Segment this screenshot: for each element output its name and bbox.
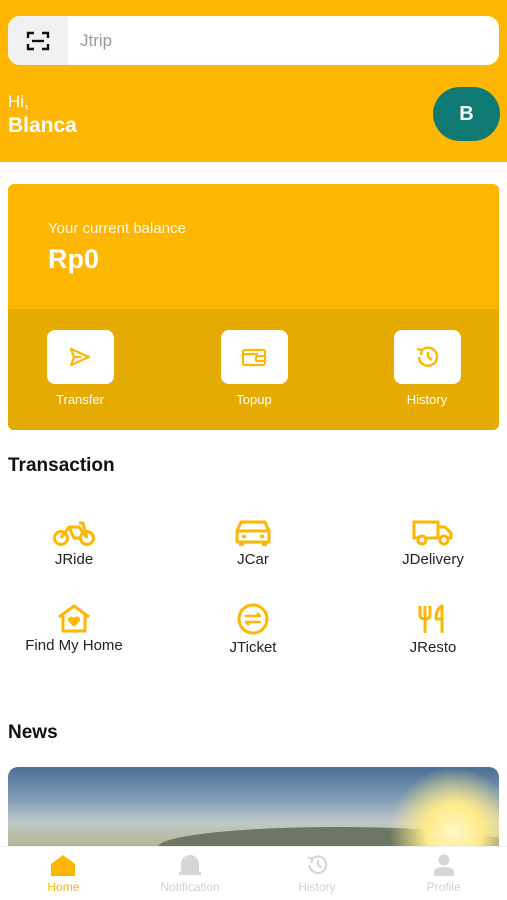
service-label: Find My Home	[25, 637, 123, 654]
transfer-button[interactable]: Transfer	[25, 330, 135, 407]
user-name: Blanca	[8, 114, 77, 137]
nav-history[interactable]: History	[254, 847, 381, 900]
service-jcar[interactable]: JCar	[183, 517, 323, 568]
nav-label: History	[298, 880, 336, 894]
ticket-exchange-icon	[237, 603, 269, 635]
history-icon	[307, 855, 328, 875]
nav-label: Home	[47, 880, 80, 894]
history-button[interactable]: History	[372, 330, 482, 407]
news-title: News	[8, 722, 58, 743]
avatar[interactable]: B	[433, 87, 500, 141]
search-bar[interactable]	[8, 16, 499, 65]
service-jresto[interactable]: JResto	[363, 603, 503, 656]
search-input[interactable]	[80, 30, 460, 51]
service-label: JCar	[237, 551, 269, 568]
transfer-icon-box[interactable]	[46, 330, 114, 384]
service-jticket[interactable]: JTicket	[183, 603, 323, 656]
bottom-nav: Home Notification History Profile	[0, 846, 507, 900]
nav-label: Notification	[160, 880, 220, 894]
history-icon	[416, 346, 439, 367]
nav-home[interactable]: Home	[0, 847, 127, 900]
service-jdelivery[interactable]: JDelivery	[363, 517, 503, 568]
bell-icon	[179, 855, 202, 875]
service-label: JResto	[409, 639, 457, 656]
service-label: JDelivery	[402, 551, 464, 568]
nav-profile[interactable]: Profile	[380, 847, 507, 900]
car-icon	[235, 520, 271, 546]
service-jride[interactable]: JRide	[4, 517, 144, 568]
topup-label: Topup	[236, 392, 272, 407]
motorbike-icon	[53, 521, 95, 546]
transfer-label: Transfer	[56, 392, 104, 407]
nav-label: Profile	[426, 880, 461, 894]
scan-button[interactable]	[8, 16, 68, 65]
history-icon-box[interactable]	[393, 330, 461, 384]
nav-notification[interactable]: Notification	[127, 847, 254, 900]
fork-knife-icon	[418, 604, 444, 633]
send-icon	[69, 347, 91, 367]
truck-icon	[412, 520, 453, 546]
topup-icon-box[interactable]	[220, 330, 288, 384]
scan-icon	[26, 31, 50, 50]
service-label: JTicket	[229, 639, 277, 656]
balance-actions: Transfer Topup History	[8, 309, 499, 430]
service-find-my-home[interactable]: Find My Home	[4, 603, 144, 654]
topup-button[interactable]: Topup	[199, 330, 309, 407]
wallet-icon	[241, 348, 267, 367]
person-icon	[433, 854, 454, 876]
home-icon	[51, 855, 76, 876]
service-label: JRide	[54, 551, 94, 568]
greeting-text: Hi,	[8, 92, 29, 111]
transaction-title: Transaction	[8, 455, 115, 476]
header: Hi, Blanca B	[0, 0, 507, 162]
house-heart-icon	[58, 604, 90, 633]
history-label: History	[406, 392, 448, 407]
balance-amount: Rp0	[48, 244, 100, 274]
balance-label: Your current balance	[48, 220, 186, 237]
balance-card: Your current balance Rp0 Transfer Topup	[8, 184, 499, 430]
